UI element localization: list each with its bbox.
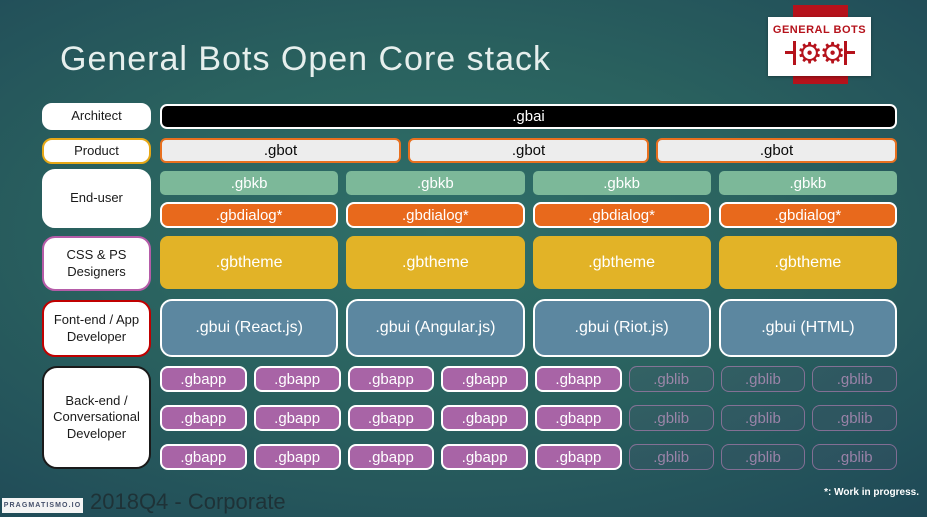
logo-right-bar <box>843 41 855 65</box>
stack-box-gbapp: .gbapp <box>347 366 435 392</box>
stack-box-gbdialog: .gbdialog* <box>718 202 897 228</box>
stack-box-gbapp: .gbapp <box>441 444 528 470</box>
stack-box-gbapp: .gbapp <box>441 405 528 431</box>
stack-box-gbapp: .gbapp <box>535 366 622 392</box>
stack-box-gblib: .gblib <box>628 405 714 431</box>
logo-left-bar <box>784 41 796 65</box>
stack-box-gbtheme: .gbtheme <box>532 236 711 289</box>
edition-label: 2018Q4 - Corporate <box>90 489 286 514</box>
stack-box-gbot: .gbot <box>160 138 401 163</box>
stack-box-gbapp: .gbapp <box>535 405 622 431</box>
stack-box-gblib: .gblib <box>628 366 714 392</box>
stack-box-gbkb: .gbkb <box>346 171 525 195</box>
stack-box-gbai: .gbai <box>160 104 897 129</box>
slide: General Bots Open Core stack GENERAL BOT… <box>0 0 927 517</box>
row-gbtheme: .gbtheme .gbtheme .gbtheme .gbtheme <box>160 236 897 289</box>
stack-box-gblib: .gblib <box>812 405 897 431</box>
stack-box-gbapp: .gbapp <box>441 366 528 392</box>
logo-text: GENERAL BOTS <box>772 24 867 36</box>
role-label-frontend-developer: Font-end / App Developer <box>42 300 151 357</box>
row-gbai: .gbai <box>160 104 897 129</box>
gears-icon: ⚙⚙ <box>784 36 855 70</box>
row-gbui: .gbui (React.js) .gbui (Angular.js) .gbu… <box>160 299 897 357</box>
row-gbdialog: .gbdialog* .gbdialog* .gbdialog* .gbdial… <box>160 202 897 228</box>
stack-box-gbui-angular: .gbui (Angular.js) <box>346 299 525 357</box>
stack-box-gbapp: .gbapp <box>253 444 341 470</box>
stack-box-gbui-html: .gbui (HTML) <box>718 299 897 357</box>
stack-box-gbtheme: .gbtheme <box>160 236 339 289</box>
stack-box-gbtheme: .gbtheme <box>346 236 525 289</box>
stack-box-gbapp: .gbapp <box>347 405 435 431</box>
stack-box-gbkb: .gbkb <box>532 171 711 195</box>
stack-box-gbkb: .gbkb <box>718 171 897 195</box>
stack-box-gbapp: .gbapp <box>535 444 622 470</box>
stack-box-gbkb: .gbkb <box>160 171 339 195</box>
row-gbkb: .gbkb .gbkb .gbkb .gbkb <box>160 171 897 195</box>
stack-box-gbapp: .gbapp <box>347 444 435 470</box>
stack-box-gblib: .gblib <box>812 366 897 392</box>
role-label-product: Product <box>42 138 151 164</box>
row-gbot: .gbot .gbot .gbot <box>160 138 897 163</box>
row-gbapp-2: .gbapp .gbapp .gbapp .gbapp .gbapp .gbli… <box>160 405 897 431</box>
stack-box-gblib: .gblib <box>720 444 806 470</box>
stack-box-gbdialog: .gbdialog* <box>346 202 525 228</box>
stack-box-gbtheme: .gbtheme <box>718 236 897 289</box>
work-in-progress-note: *: Work in progress. <box>824 487 919 498</box>
role-label-designers: CSS & PS Designers <box>42 236 151 291</box>
stack-box-gbui-riot: .gbui (Riot.js) <box>532 299 711 357</box>
row-gbapp-1: .gbapp .gbapp .gbapp .gbapp .gbapp .gbli… <box>160 366 897 392</box>
stack-box-gbot: .gbot <box>408 138 649 163</box>
stack-box-gblib: .gblib <box>720 366 806 392</box>
stack-box-gbdialog: .gbdialog* <box>160 202 339 228</box>
stack-box-gbapp: .gbapp <box>160 405 247 431</box>
general-bots-logo: GENERAL BOTS ⚙⚙ <box>768 17 871 76</box>
role-label-end-user: End-user <box>42 169 151 228</box>
stack-box-gblib: .gblib <box>812 444 897 470</box>
pragmatismo-logo-text: PRAGMATISMO.IO <box>3 502 82 509</box>
pragmatismo-logo: PRAGMATISMO.IO <box>2 498 83 513</box>
stack-box-gblib: .gblib <box>628 444 714 470</box>
stack-box-gbot: .gbot <box>656 138 897 163</box>
page-title: General Bots Open Core stack <box>60 40 552 78</box>
stack-box-gbapp: .gbapp <box>253 366 341 392</box>
role-label-architect: Architect <box>42 103 151 130</box>
role-label-backend-developer: Back-end / Conversational Developer <box>42 366 151 469</box>
gear-glyphs: ⚙⚙ <box>796 36 846 70</box>
stack-box-gbapp: .gbapp <box>160 366 247 392</box>
stack-box-gbapp: .gbapp <box>253 405 341 431</box>
row-gbapp-3: .gbapp .gbapp .gbapp .gbapp .gbapp .gbli… <box>160 444 897 470</box>
stack-box-gbapp: .gbapp <box>160 444 247 470</box>
stack-box-gblib: .gblib <box>720 405 806 431</box>
stack-box-gbui-react: .gbui (React.js) <box>160 299 339 357</box>
stack-box-gbdialog: .gbdialog* <box>532 202 711 228</box>
